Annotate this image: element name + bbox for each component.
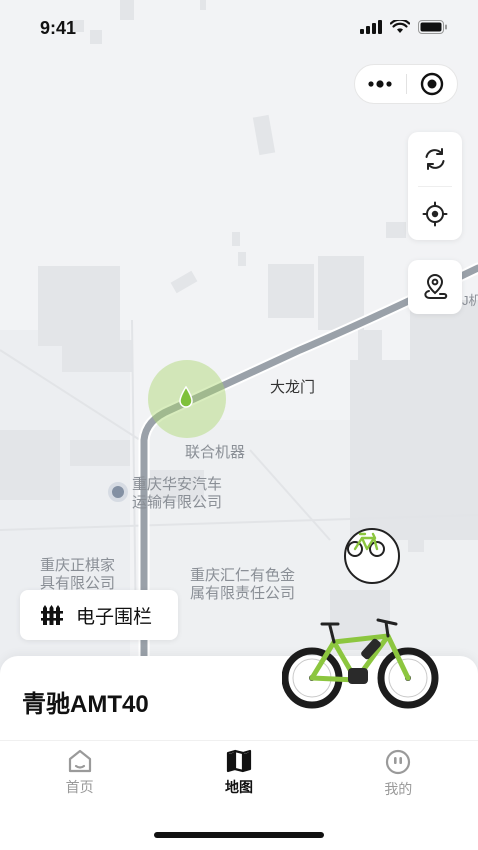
refresh-icon	[425, 148, 445, 170]
bike-image	[281, 614, 442, 715]
map-icon	[226, 749, 252, 773]
more-icon	[368, 80, 392, 88]
map-label-huiren-2: 属有限责任公司	[190, 585, 296, 602]
tab-map[interactable]: 地图	[159, 741, 318, 812]
home-icon	[68, 749, 91, 773]
bottom-safe-area	[0, 812, 478, 850]
tab-home[interactable]: 首页	[0, 741, 159, 812]
route-pin-icon	[424, 273, 448, 299]
locate-me-button[interactable]	[408, 187, 462, 241]
close-mini-program-button[interactable]	[406, 65, 457, 103]
electronic-fence-button[interactable]: 电子围栏	[20, 590, 178, 640]
vehicle-name: 青驰AMT40	[22, 691, 149, 718]
map-label-dalongmen: 大龙门	[270, 379, 316, 396]
map-label-huiren-1: 重庆汇仁有色金	[190, 567, 296, 584]
map-label-huaan-1: 重庆华安汽车	[132, 476, 223, 493]
map-label-lianhe: 联合机器	[185, 444, 246, 461]
status-time: 9:41	[40, 18, 77, 38]
crosshair-icon	[422, 201, 448, 227]
poi-marker	[108, 482, 128, 502]
map-label-zhengqi-1: 重庆正棋家	[40, 557, 116, 574]
refresh-button[interactable]	[408, 132, 462, 186]
track-route-button[interactable]	[408, 260, 462, 314]
fence-button-label: 电子围栏	[76, 606, 153, 628]
signal-icon	[360, 20, 382, 34]
tab-profile[interactable]: 我的	[319, 741, 478, 812]
record-target-icon	[420, 72, 443, 96]
home-indicator[interactable]	[154, 832, 324, 838]
wifi-icon	[390, 20, 410, 33]
map-label-huaan-2: 运输有限公司	[132, 494, 223, 511]
fence-icon	[41, 605, 63, 625]
tab-home-label: 首页	[65, 779, 94, 795]
more-menu-button[interactable]	[355, 65, 406, 103]
mini-program-capsule	[354, 64, 458, 104]
profile-icon	[386, 749, 411, 775]
tab-profile-label: 我的	[384, 781, 413, 797]
battery-icon	[418, 20, 447, 34]
status-bar: 9:41	[0, 0, 478, 56]
bike-marker-icon[interactable]	[344, 528, 400, 584]
map-tool-group	[408, 132, 462, 240]
tab-map-label: 地图	[224, 779, 253, 795]
map-label-edge: J机	[462, 293, 478, 308]
bottom-tab-bar: 首页 地图 我的	[0, 740, 478, 812]
